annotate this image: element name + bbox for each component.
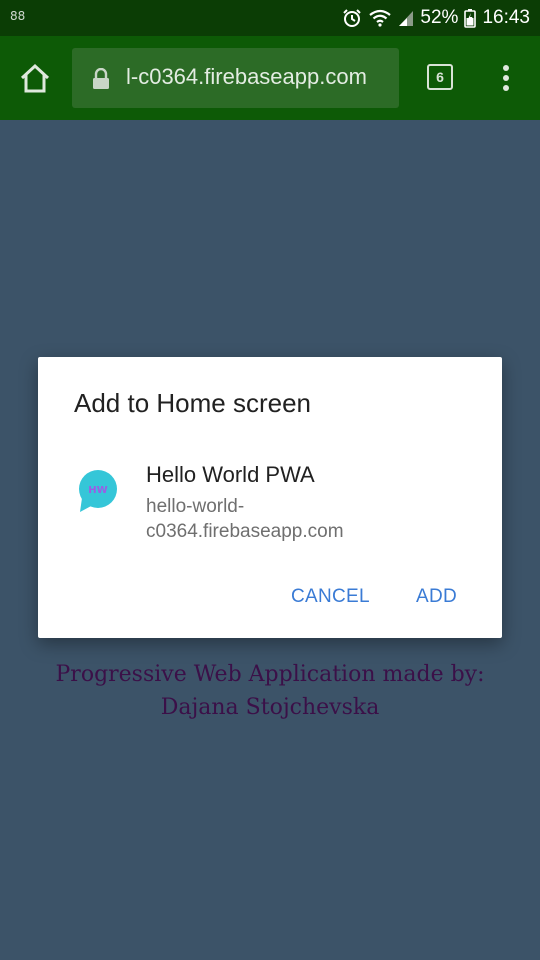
tab-switcher-button[interactable]: 6 bbox=[427, 64, 453, 90]
dialog-title: Add to Home screen bbox=[74, 388, 312, 418]
app-icon: HW bbox=[76, 468, 120, 519]
overflow-menu-button[interactable] bbox=[496, 64, 516, 92]
wifi-icon bbox=[368, 8, 392, 28]
add-button[interactable]: ADD bbox=[416, 586, 457, 608]
credit-line-1: Progressive Web Application made by: bbox=[55, 662, 485, 687]
signal-icon bbox=[398, 9, 414, 27]
overflow-menu-icon bbox=[503, 65, 509, 91]
page-credit-text: Progressive Web Application made by: Daj… bbox=[0, 658, 540, 724]
app-name: Hello World PWA bbox=[146, 462, 315, 487]
browser-toolbar: l-c0364.firebaseapp.com 6 bbox=[0, 36, 540, 120]
address-bar[interactable]: l-c0364.firebaseapp.com bbox=[72, 48, 399, 108]
credit-line-2: Dajana Stojchevska bbox=[160, 695, 380, 720]
status-bar: 88 52% 16:43 bbox=[0, 0, 540, 36]
url-text: l-c0364.firebaseapp.com bbox=[126, 64, 367, 89]
status-icons: 52% 16:43 bbox=[342, 5, 530, 31]
battery-percent: 52% bbox=[420, 7, 459, 28]
battery-icon bbox=[464, 8, 477, 28]
cancel-button[interactable]: CANCEL bbox=[291, 586, 370, 608]
clock: 16:43 bbox=[482, 7, 530, 28]
lock-icon bbox=[92, 67, 110, 95]
home-icon bbox=[20, 63, 50, 93]
alarm-icon bbox=[342, 8, 362, 28]
add-to-home-dialog: Add to Home screen HW Hello World PWA he… bbox=[38, 357, 502, 638]
home-button[interactable] bbox=[14, 58, 56, 100]
notification-indicator: 88 bbox=[10, 9, 26, 23]
app-url: hello-world-c0364.firebaseapp.com bbox=[146, 496, 344, 542]
app-icon-text: HW bbox=[88, 485, 107, 496]
tab-count: 6 bbox=[436, 69, 444, 85]
